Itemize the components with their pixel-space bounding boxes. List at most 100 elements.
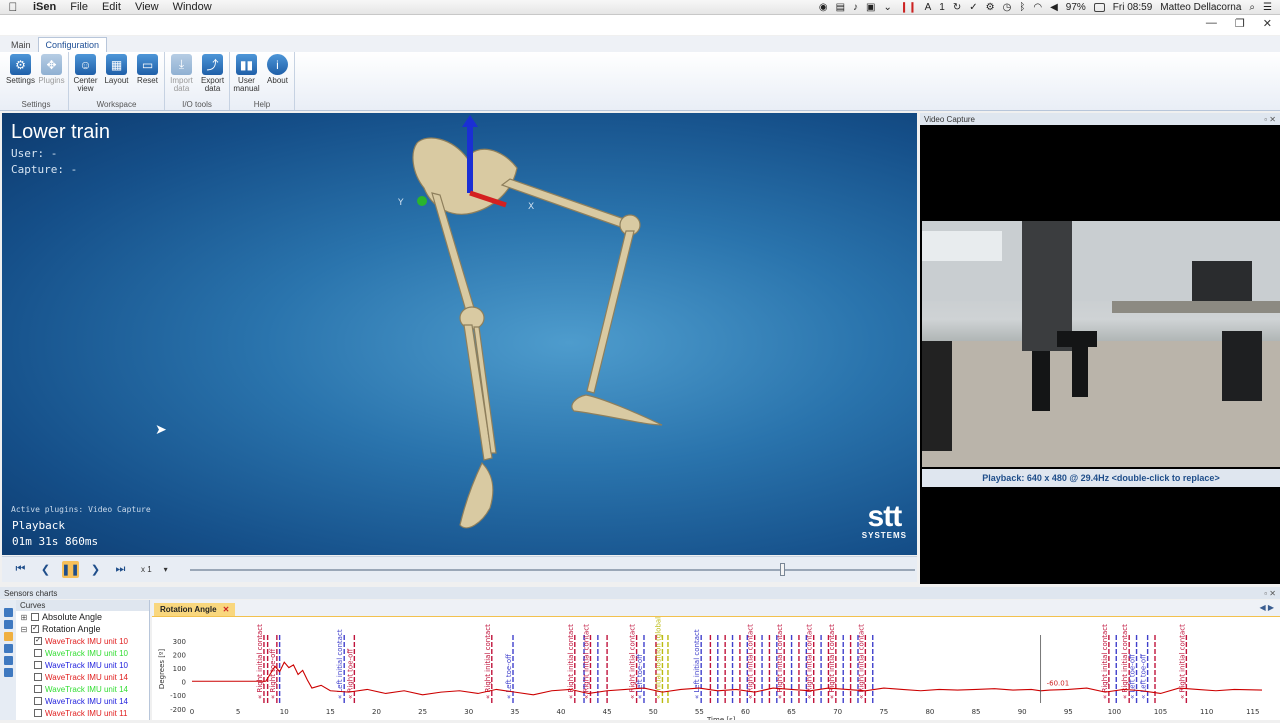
curve-checkbox[interactable]: [34, 697, 42, 705]
sensors-charts-title: Sensors charts: [4, 588, 58, 598]
chevron-down-icon[interactable]: ⌄: [883, 2, 891, 13]
3d-viewport[interactable]: Lower train User: - Capture: - X Y ➤ Act…: [2, 113, 917, 555]
list-view-icon[interactable]: [3, 644, 13, 653]
pause-status-icon[interactable]: ❙❙: [900, 2, 917, 13]
expand-icon[interactable]: ⊞: [20, 613, 28, 622]
skip-start-button[interactable]: ⏮: [12, 561, 29, 578]
skip-end-button[interactable]: ⏭: [112, 561, 129, 578]
curve-tree-item[interactable]: WaveTrack IMU unit 10: [16, 647, 149, 659]
curve-tree-item[interactable]: ⊟ ✓ Rotation Angle: [16, 623, 149, 635]
pause-button[interactable]: ❚❚: [61, 561, 80, 578]
save-icon[interactable]: [3, 608, 13, 617]
x-tick-label: 55: [695, 708, 704, 716]
wifi-icon[interactable]: ◠: [1033, 2, 1042, 13]
menu-edit[interactable]: Edit: [95, 1, 128, 13]
tab-configuration[interactable]: Configuration: [37, 37, 108, 52]
message-icon[interactable]: ▤: [836, 2, 845, 13]
curve-tree-item[interactable]: WaveTrack IMU unit 14: [16, 671, 149, 683]
minimize-button[interactable]: —: [1206, 17, 1217, 30]
reset-label: Reset: [137, 76, 158, 85]
step-back-button[interactable]: ❮: [37, 561, 54, 578]
camera-icon[interactable]: ▣: [866, 2, 875, 13]
menu-file[interactable]: File: [63, 1, 95, 13]
user-manual-button[interactable]: ▮▮ User manual: [232, 54, 261, 100]
clock-icon[interactable]: ◷: [1003, 2, 1012, 13]
event-label: « Right initial contact: [582, 624, 590, 699]
folder-icon[interactable]: [3, 632, 13, 641]
menu-view[interactable]: View: [128, 1, 166, 13]
export-chart-icon[interactable]: [3, 620, 13, 629]
x-tick-label: 100: [1108, 708, 1121, 716]
gear-icon[interactable]: ⚙: [986, 2, 995, 13]
event-label: « Left toe-off: [636, 654, 644, 699]
settings-button[interactable]: ⚙ Settings: [6, 54, 35, 100]
close-icon[interactable]: ✕: [223, 605, 230, 614]
speaker-icon[interactable]: ◀: [1050, 2, 1058, 13]
menu-window[interactable]: Window: [166, 1, 219, 13]
rotation-angle-chart[interactable]: Degrees [º] 300 200 100 0 -100 -200 0 5 10 15 20 25 3…: [152, 614, 1280, 723]
check-icon[interactable]: ✓: [969, 2, 977, 13]
search-icon[interactable]: ⌕: [1249, 2, 1255, 13]
export-data-button[interactable]: ⤴ Export data: [198, 54, 227, 100]
curve-tree-item[interactable]: ⊞ Absolute Angle: [16, 611, 149, 623]
curve-checkbox[interactable]: [34, 649, 42, 657]
battery-icon[interactable]: [1093, 2, 1105, 12]
curve-checkbox[interactable]: [31, 613, 39, 621]
adobe-icon[interactable]: A: [925, 2, 932, 13]
center-view-button[interactable]: ☺ Center view: [71, 54, 100, 100]
curve-tree-item[interactable]: WaveTrack IMU unit 10: [16, 659, 149, 671]
curve-tree-item[interactable]: WaveTrack IMU unit 11: [16, 707, 149, 719]
copy-icon[interactable]: [3, 668, 13, 677]
grid-view-icon[interactable]: [3, 656, 13, 665]
sensors-panel-close-icon[interactable]: ▫ ✕: [1264, 589, 1280, 598]
curve-checkbox[interactable]: [34, 661, 42, 669]
speed-select[interactable]: x 1: [141, 565, 152, 574]
gizmo-y-axis[interactable]: [417, 196, 427, 206]
bluetooth-icon[interactable]: ᛒ: [1019, 2, 1025, 13]
curve-tree-item[interactable]: WaveTrack IMU unit 14: [16, 695, 149, 707]
apple-icon[interactable]: : [0, 0, 26, 14]
tab-scroll-arrows-icon[interactable]: ◀ ▶: [1259, 603, 1274, 612]
step-forward-button[interactable]: ❯: [87, 561, 104, 578]
about-label: About: [267, 76, 288, 85]
record-icon[interactable]: ◉: [819, 2, 828, 13]
timeline-slider[interactable]: [189, 562, 915, 578]
video-caption[interactable]: Playback: 640 x 480 @ 29.4Hz <double-cli…: [922, 469, 1280, 487]
chart-side-toolbar: [0, 600, 16, 720]
x-tick-label: 0: [190, 708, 194, 716]
curve-checkbox[interactable]: ✓: [31, 625, 39, 633]
curve-checkbox[interactable]: [34, 685, 42, 693]
sync-icon[interactable]: ↻: [953, 2, 961, 13]
y-tick-label: -200: [170, 706, 186, 714]
close-button[interactable]: ✕: [1263, 17, 1272, 30]
layout-button[interactable]: ▦ Layout: [102, 54, 131, 100]
import-data-button[interactable]: ⤓ Import data: [167, 54, 196, 100]
right-foot-bone: [571, 394, 663, 426]
timeline-thumb[interactable]: [780, 562, 786, 576]
user-name[interactable]: Matteo Dellacorna: [1160, 2, 1241, 13]
skeleton-model[interactable]: X Y: [382, 113, 682, 543]
menu-app-name[interactable]: iSen: [26, 1, 63, 13]
volume-icon[interactable]: ♪: [853, 2, 858, 13]
curve-tree-item[interactable]: WaveTrack IMU unit 14: [16, 683, 149, 695]
plugins-button[interactable]: ✥ Plugins: [37, 54, 66, 100]
curve-checkbox[interactable]: [34, 709, 42, 717]
reset-button[interactable]: ▭ Reset: [133, 54, 162, 100]
video-frame[interactable]: [922, 221, 1280, 467]
restore-button[interactable]: ❐: [1235, 17, 1245, 30]
expand-icon[interactable]: ⊟: [20, 625, 28, 634]
curve-tree-item[interactable]: ✓ WaveTrack IMU unit 10: [16, 635, 149, 647]
tab-main[interactable]: Main: [4, 38, 38, 52]
status-area: ◉ ▤ ♪ ▣ ⌄ ❙❙ A 1 ↻ ✓ ⚙ ◷ ᛒ ◠ ◀ 97% Fri 0…: [819, 2, 1280, 13]
video-capture-title: Video Capture: [924, 114, 975, 124]
curve-checkbox[interactable]: ✓: [34, 637, 42, 645]
cursor-value-label: -60.01: [1047, 679, 1070, 687]
about-button[interactable]: i About: [263, 54, 292, 100]
panel-close-icon[interactable]: ▫ ✕: [1264, 115, 1280, 124]
chart-tab-rotation-angle[interactable]: Rotation Angle ✕: [154, 603, 236, 616]
x-tick-label: 115: [1246, 708, 1259, 716]
curve-checkbox[interactable]: [34, 673, 42, 681]
speed-dropdown-icon[interactable]: ▾: [164, 565, 168, 574]
list-icon[interactable]: ☰: [1263, 2, 1272, 13]
clock-text[interactable]: Fri 08:59: [1113, 2, 1152, 13]
